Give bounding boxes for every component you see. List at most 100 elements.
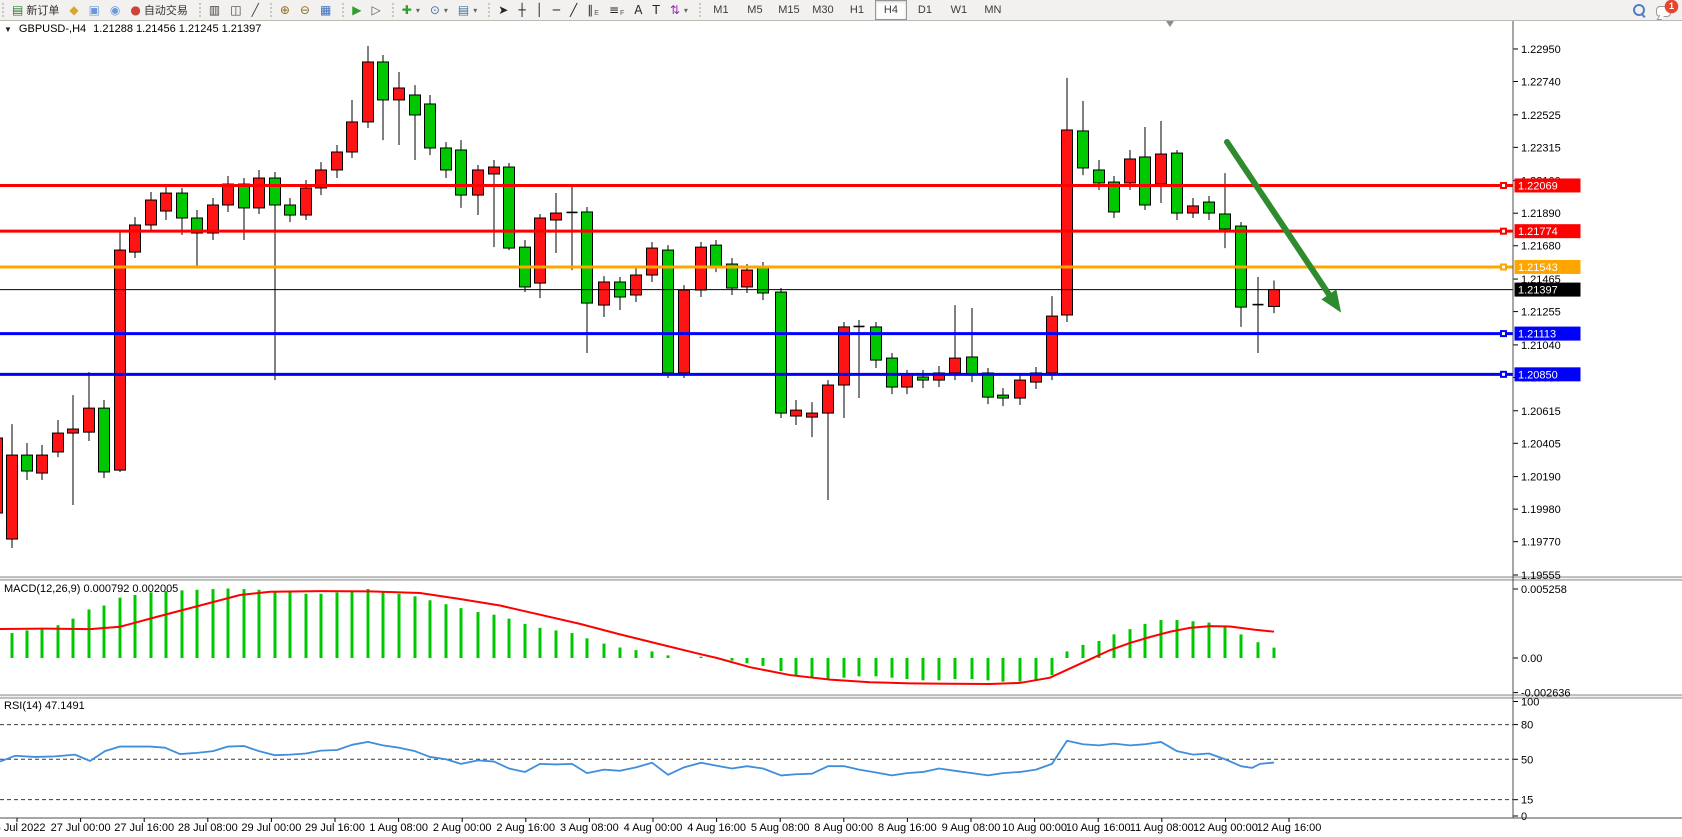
candle-body: [887, 358, 898, 387]
timeframe-m1-button[interactable]: M1: [705, 0, 737, 20]
price-axis-label: 1.20405: [1521, 438, 1561, 450]
candle-body: [1015, 380, 1026, 398]
timeframe-m15-button[interactable]: M15: [773, 0, 805, 20]
level-handle-dot: [1502, 230, 1505, 233]
candle-body: [696, 247, 707, 290]
zoom-out-icon: ⊖: [300, 1, 310, 19]
text-icon: A: [634, 1, 642, 19]
rsi-axis-label: 15: [1521, 795, 1533, 807]
gold-button[interactable]: ◆: [65, 0, 82, 20]
periods-dropdown-icon[interactable]: ▾: [444, 6, 448, 15]
candle-body: [1172, 153, 1183, 213]
collapse-arrow-icon[interactable]: ▼: [4, 25, 12, 34]
line-chart-button[interactable]: ╱: [248, 0, 263, 20]
candle-body: [301, 188, 312, 215]
candle-body: [223, 184, 234, 205]
timeframe-group: M1M5M15M30H1H4D1W1MN: [697, 0, 1014, 20]
price-tag-label: 1.20850: [1518, 369, 1558, 381]
auto-trading-label: 自动交易: [144, 2, 188, 18]
candle-body: [967, 357, 978, 375]
candle-body: [489, 167, 500, 174]
time-axis-label: 27 Jul 00:00: [51, 822, 111, 834]
toolbar-group-3: ▶▷: [340, 0, 389, 20]
timeframe-h4-button[interactable]: H4: [875, 0, 907, 20]
search-icon[interactable]: [1633, 4, 1646, 17]
candle-body: [285, 205, 296, 215]
candle-body: [1062, 130, 1073, 315]
timeframe-w1-button[interactable]: W1: [943, 0, 975, 20]
candle-chart-button[interactable]: ◫: [226, 0, 245, 20]
crosshair-button[interactable]: ┼: [514, 0, 529, 20]
toolbar-right: 1: [1633, 4, 1682, 17]
shapes-dropdown-icon[interactable]: ▾: [684, 6, 688, 15]
chart-canvas[interactable]: 0.0052580.00-0.00263610080501501.229501.…: [0, 0, 1682, 837]
new-order-button[interactable]: ▤新订单: [8, 0, 63, 20]
toolbar-group-2: ⊕ ⊖ ▦: [268, 0, 340, 20]
tile-windows-button[interactable]: ▦: [316, 0, 335, 20]
timeframe-m30-button[interactable]: M30: [807, 0, 839, 20]
auto-scroll-button[interactable]: ▶: [348, 0, 365, 20]
signal-button[interactable]: ◉: [106, 0, 124, 20]
periods-button[interactable]: ⊙▾: [426, 0, 452, 20]
timeframe-d1-button[interactable]: D1: [909, 0, 941, 20]
chat-icon[interactable]: 1: [1656, 4, 1672, 16]
candle-body: [1156, 154, 1167, 184]
candle-body: [599, 282, 610, 305]
indicators-icon: ✚: [402, 1, 412, 19]
price-axis-label: 1.21890: [1521, 208, 1561, 220]
candle-body: [270, 178, 281, 205]
shapes-icon: ⇅: [670, 1, 680, 19]
candle-body: [504, 167, 515, 248]
candle-body: [239, 184, 250, 208]
cursor-button[interactable]: ➤: [494, 0, 512, 20]
bar-chart-button[interactable]: ▥: [205, 0, 224, 20]
candle-body: [1269, 290, 1280, 307]
zoom-in-button[interactable]: ⊕: [276, 0, 294, 20]
templates-button[interactable]: ▤▾: [454, 0, 481, 20]
price-axis-label: 1.20615: [1521, 406, 1561, 418]
candle-body: [410, 95, 421, 115]
candle-body: [871, 327, 882, 360]
price-tag-label: 1.21543: [1518, 262, 1558, 274]
indicators-dropdown-icon[interactable]: ▾: [416, 6, 420, 15]
fibonacci-button[interactable]: ≡F: [605, 0, 628, 20]
indicators-button[interactable]: ✚▾: [398, 0, 424, 20]
candle-body: [902, 375, 913, 387]
zoom-out-button[interactable]: ⊖: [296, 0, 314, 20]
candle-body: [631, 275, 642, 295]
auto-trading-button[interactable]: ●自动交易: [126, 0, 191, 20]
crosshair-icon: ┼: [518, 1, 525, 19]
candle-body: [441, 148, 452, 170]
periods-icon: ⊙: [430, 1, 440, 19]
candle-body: [115, 250, 126, 470]
bar-chart-icon: ▥: [209, 1, 220, 19]
fibonacci-sub-label: F: [620, 9, 624, 19]
chart-shift-button[interactable]: ▷: [368, 0, 385, 20]
auto-scroll-icon: ▶: [352, 1, 361, 19]
timeframe-h1-button[interactable]: H1: [841, 0, 873, 20]
templates-dropdown-icon[interactable]: ▾: [473, 6, 477, 15]
timeframe-mn-button[interactable]: MN: [977, 0, 1009, 20]
text-label-button[interactable]: T: [649, 0, 664, 20]
candle-body: [551, 213, 562, 220]
candle-body: [177, 193, 188, 218]
candle-body: [1204, 202, 1215, 213]
candle-body: [1094, 170, 1105, 183]
vertical-line-button[interactable]: │: [532, 0, 547, 20]
toolbar: ▤新订单◆▣◉●自动交易▥◫╱⊕⊖▦▶▷✚▾⊙▾▤▾➤┼│─╱∥E≡FAT⇅▾M…: [0, 0, 1682, 21]
candle-body: [161, 193, 172, 211]
time-axis-label: 10 Aug 16:00: [1066, 822, 1131, 834]
candle-body: [663, 250, 674, 373]
channel-button[interactable]: ∥E: [583, 0, 603, 20]
text-button[interactable]: A: [630, 0, 646, 20]
candle-body: [22, 455, 33, 471]
terminal-button[interactable]: ▣: [85, 0, 104, 20]
shapes-button[interactable]: ⇅▾: [666, 0, 692, 20]
toolbar-group-5: ➤┼│─╱∥E≡FAT⇅▾: [486, 0, 697, 20]
candle-body: [254, 178, 265, 208]
candle-body: [208, 205, 219, 233]
trendline-button[interactable]: ╱: [566, 0, 581, 20]
timeframe-m5-button[interactable]: M5: [739, 0, 771, 20]
horizontal-line-button[interactable]: ─: [549, 0, 564, 20]
level-handle-dot: [1502, 265, 1505, 268]
